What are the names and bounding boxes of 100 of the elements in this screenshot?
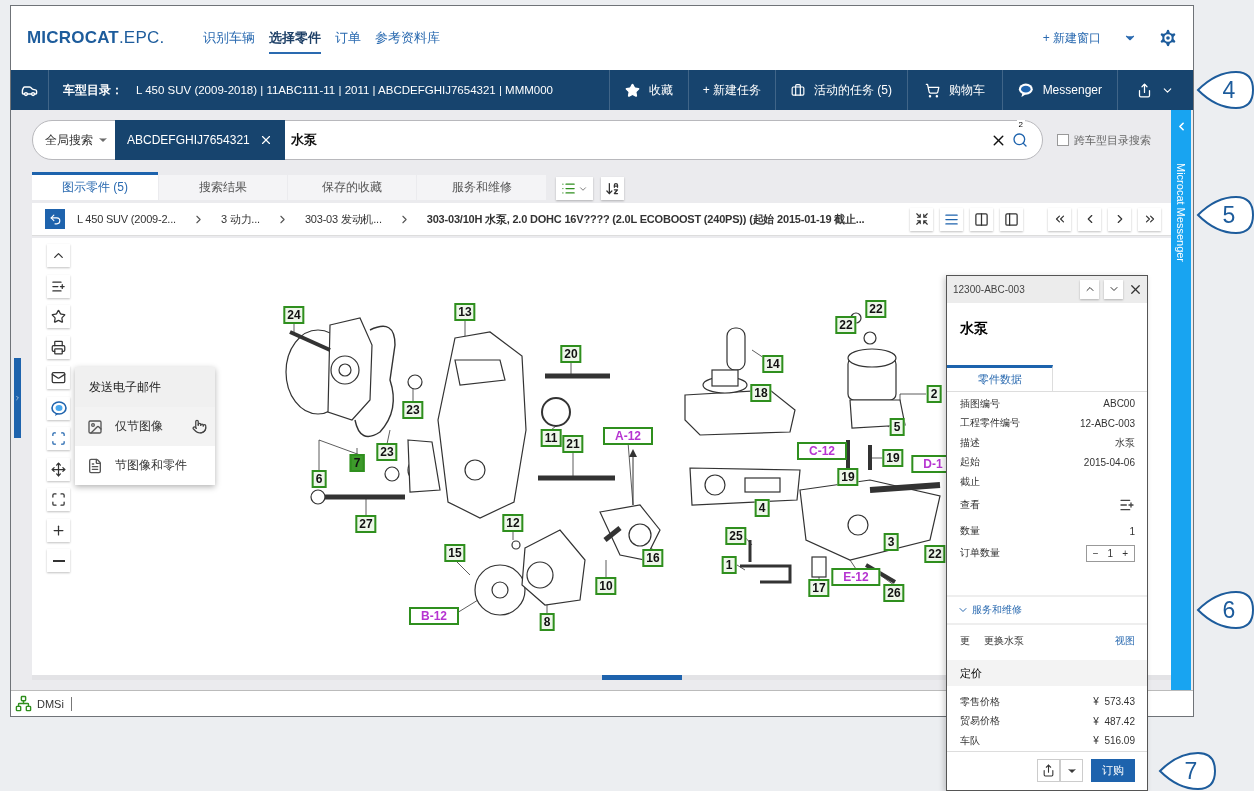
tool-button[interactable] bbox=[47, 396, 70, 420]
tool-button[interactable] bbox=[47, 274, 70, 298]
part-callout[interactable]: 8 bbox=[539, 613, 555, 631]
part-callout[interactable]: 10 bbox=[595, 577, 617, 595]
part-callout[interactable]: 25 bbox=[725, 527, 747, 545]
new-window-link[interactable]: + 新建窗口 bbox=[1042, 29, 1101, 47]
star-icon bbox=[51, 309, 66, 324]
chat-bubble-icon bbox=[1018, 82, 1034, 98]
part-callout[interactable]: 24 bbox=[283, 306, 305, 324]
nav-link[interactable]: 选择零件 bbox=[269, 22, 321, 54]
field-label: 查看 bbox=[960, 497, 980, 512]
dropdown-button[interactable] bbox=[1060, 759, 1083, 783]
part-callout[interactable]: 27 bbox=[355, 515, 377, 533]
back-arrow-icon bbox=[48, 212, 62, 226]
reference-label[interactable]: A-12 bbox=[603, 427, 653, 445]
view-link[interactable]: 视图 bbox=[1115, 633, 1135, 648]
price-label: 零售价格 bbox=[960, 694, 1000, 709]
part-callout[interactable]: 19 bbox=[882, 449, 904, 467]
cross-catalog-checkbox[interactable]: 跨车型目录搜索 bbox=[1057, 132, 1151, 148]
part-callout[interactable]: 11 bbox=[540, 429, 562, 447]
first-button[interactable] bbox=[1048, 207, 1071, 231]
search-icon[interactable] bbox=[1012, 132, 1028, 148]
next-button[interactable] bbox=[1104, 279, 1123, 299]
nav-link[interactable]: 订单 bbox=[335, 22, 361, 54]
part-callout[interactable]: 16 bbox=[642, 549, 664, 567]
tool-button[interactable] bbox=[47, 366, 70, 389]
part-title: 水泵 bbox=[960, 319, 988, 336]
part-callout[interactable]: 13 bbox=[454, 303, 476, 321]
settings-icon[interactable] bbox=[1157, 27, 1179, 49]
scope-dropdown[interactable]: 全局搜索 bbox=[33, 121, 115, 159]
tool-button[interactable] bbox=[47, 549, 70, 572]
menu-item[interactable]: 节图像和零件 bbox=[75, 446, 215, 485]
part-callout[interactable]: 23 bbox=[402, 401, 424, 419]
part-callout[interactable]: 4 bbox=[754, 499, 770, 517]
sort-icon bbox=[605, 181, 620, 196]
tool-button[interactable] bbox=[47, 335, 70, 359]
part-callout[interactable]: 23 bbox=[376, 443, 398, 461]
nav-link[interactable]: 参考资料库 bbox=[375, 22, 440, 54]
quantity-stepper[interactable]: − 1 + bbox=[1085, 544, 1135, 562]
part-callout[interactable]: 26 bbox=[883, 584, 905, 602]
part-callout[interactable]: 12 bbox=[502, 514, 524, 532]
part-callout[interactable]: 22 bbox=[835, 316, 857, 334]
list-view-button[interactable] bbox=[556, 177, 593, 200]
part-callout[interactable]: 20 bbox=[560, 345, 582, 363]
nav-link[interactable]: 识别车辆 bbox=[203, 22, 255, 54]
breadcrumb-link[interactable]: 3 动力... bbox=[220, 211, 260, 227]
part-callout[interactable]: 5 bbox=[889, 418, 905, 436]
tool-button[interactable] bbox=[47, 305, 70, 328]
field-label: 订单数量 bbox=[960, 546, 1000, 561]
reference-label[interactable]: B-12 bbox=[409, 607, 459, 625]
share-icon bbox=[1137, 82, 1152, 98]
part-callout[interactable]: 7 bbox=[349, 454, 365, 472]
tool-button[interactable] bbox=[47, 457, 70, 481]
layout-button[interactable] bbox=[1000, 207, 1023, 231]
tab[interactable]: 保存的收藏 bbox=[288, 175, 416, 200]
rows-icon bbox=[944, 211, 959, 227]
breadcrumb-link[interactable]: 303-03/10H 水泵, 2.0 DOHC 16V???? (2.0L ECOBOOST (240PS)) (起始 2015-01-19 截止... bbox=[426, 211, 865, 227]
part-callout[interactable]: 17 bbox=[808, 579, 830, 597]
part-callout[interactable]: 18 bbox=[750, 384, 772, 402]
part-callout[interactable]: 22 bbox=[924, 545, 946, 563]
next-button[interactable] bbox=[1108, 207, 1131, 231]
tab[interactable]: 搜索结果 bbox=[159, 175, 287, 200]
share-icon bbox=[1042, 764, 1055, 778]
search-chip[interactable]: ABCDEFGHIJ7654321 bbox=[115, 120, 285, 160]
reference-label[interactable]: C-12 bbox=[797, 442, 847, 460]
part-callout[interactable]: 22 bbox=[865, 300, 887, 318]
part-callout[interactable]: 21 bbox=[562, 435, 584, 453]
tool-button[interactable] bbox=[47, 488, 70, 511]
tab[interactable]: 零件数据 bbox=[947, 365, 1053, 392]
field-value: 水泵 bbox=[1115, 435, 1135, 450]
part-callout[interactable]: 1 bbox=[721, 556, 737, 574]
tab[interactable]: 服务和维修 bbox=[417, 175, 546, 200]
part-callout[interactable]: 14 bbox=[762, 355, 784, 373]
reference-label[interactable]: E-12 bbox=[831, 568, 881, 586]
previous-button[interactable] bbox=[1080, 279, 1099, 299]
columns-icon bbox=[974, 211, 989, 227]
last-button[interactable] bbox=[1138, 207, 1161, 231]
previous-button[interactable] bbox=[1078, 207, 1101, 231]
breadcrumb-link[interactable]: L 450 SUV (2009-2... bbox=[77, 213, 176, 225]
tool-button[interactable] bbox=[47, 518, 70, 542]
part-callout[interactable]: 2 bbox=[926, 385, 942, 403]
menu-item[interactable]: 仅节图像 bbox=[75, 407, 215, 446]
side-handle[interactable] bbox=[14, 358, 21, 438]
vehicle-info: L 450 SUV (2009-2018) | 11ABC111-11 | 2011 | ABCDEFGHIJ7654321 | MMM000 bbox=[135, 84, 553, 96]
breadcrumb-link[interactable]: 303-03 发动机... bbox=[304, 211, 382, 227]
sort-button[interactable] bbox=[601, 177, 624, 200]
back-button[interactable] bbox=[45, 209, 65, 229]
scroll-thumb[interactable] bbox=[602, 675, 682, 680]
share-button[interactable] bbox=[1037, 759, 1060, 783]
collapse-button[interactable] bbox=[910, 207, 933, 231]
service-section-toggle[interactable]: 服务和维修 bbox=[947, 595, 1147, 625]
order-button[interactable]: 订购 bbox=[1091, 759, 1135, 783]
search-field[interactable]: 全局搜索 ABCDEFGHIJ7654321 水泵 2 bbox=[32, 120, 1043, 160]
layout-button[interactable] bbox=[970, 207, 993, 231]
tab[interactable]: 图示零件 (5) bbox=[32, 172, 158, 200]
part-callout[interactable]: 15 bbox=[444, 544, 466, 562]
part-callout[interactable]: 19 bbox=[837, 468, 859, 486]
part-callout[interactable]: 3 bbox=[883, 533, 899, 551]
field-value: 12-ABC-003 bbox=[1079, 417, 1135, 429]
part-callout[interactable]: 6 bbox=[311, 470, 327, 488]
